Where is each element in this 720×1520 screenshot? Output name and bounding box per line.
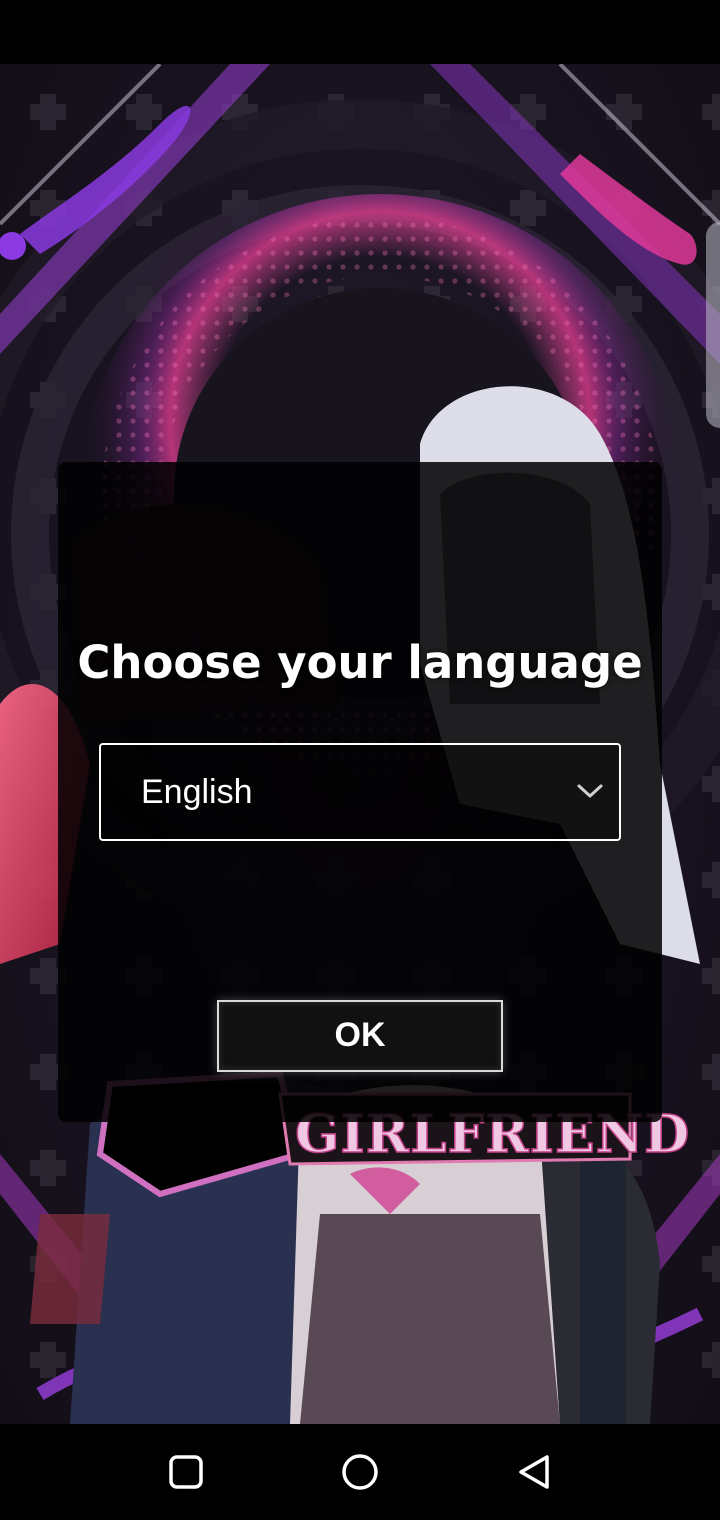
side-panel-handle[interactable] — [706, 222, 720, 428]
ok-button[interactable]: OK — [217, 1000, 503, 1072]
app-screen: GIRLFRIEND Choose your language English … — [0, 0, 720, 1520]
chevron-down-icon — [577, 784, 603, 798]
ok-button-label: OK — [334, 1016, 386, 1054]
status-bar — [0, 0, 720, 64]
language-select-value: English — [141, 773, 253, 811]
circle-icon[interactable] — [340, 1452, 380, 1492]
language-select[interactable]: English — [99, 743, 621, 841]
dialog-title: Choose your language — [77, 636, 643, 689]
square-icon[interactable] — [166, 1452, 206, 1492]
triangle-back-icon[interactable] — [514, 1452, 554, 1492]
navigation-bar — [0, 1424, 720, 1520]
